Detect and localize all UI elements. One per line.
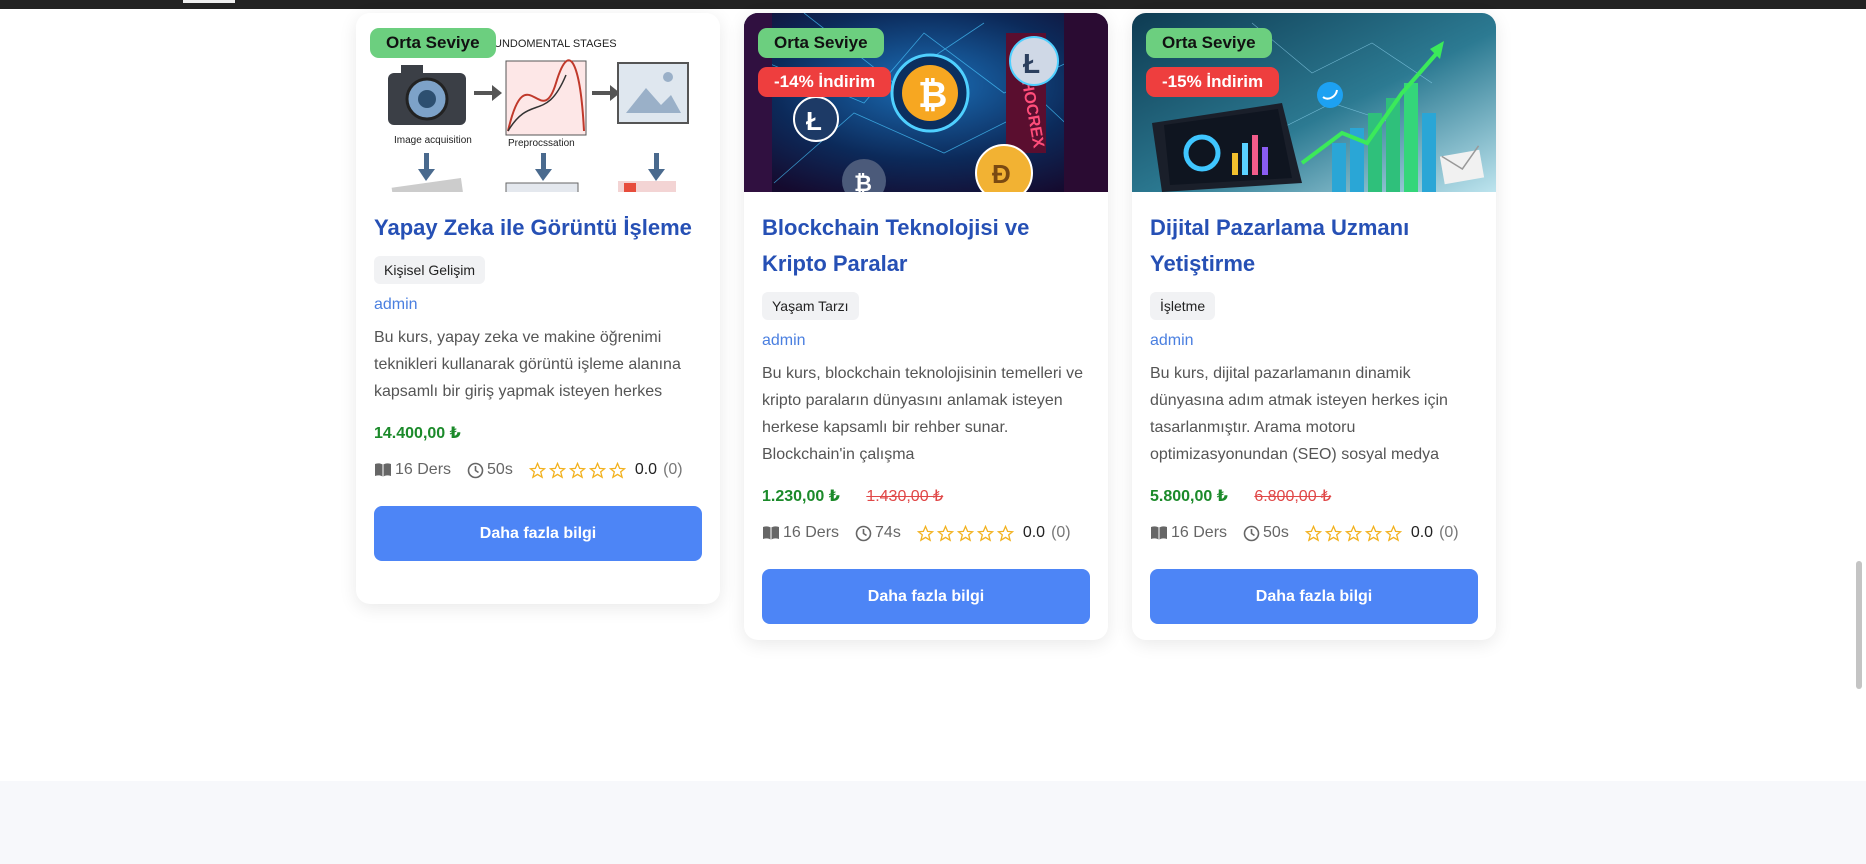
current-price: 5.800,00 ₺ [1150, 488, 1228, 505]
course-description: Bu kurs, dijital pazarlamanın dinamik dü… [1150, 365, 1448, 463]
old-price: 1.430,00 ₺ [866, 488, 944, 505]
duration: 50s [1263, 524, 1289, 541]
more-info-button[interactable]: Daha fazla bilgi [374, 506, 702, 561]
clock-icon [1243, 525, 1260, 541]
level-badge: Orta Seviye [370, 28, 496, 58]
course-meta: 16 Ders 74s 0.0 (0) [762, 524, 1090, 542]
rating-count: (0) [1439, 524, 1459, 541]
course-meta: 16 Ders 50s 0.0 (0) [1150, 524, 1478, 542]
duration-info: 50s [1243, 524, 1289, 542]
star-icon [1364, 524, 1382, 542]
book-icon [763, 526, 779, 540]
footer-section [0, 781, 1866, 864]
star-icon [996, 524, 1014, 542]
lessons-info: 16 Ders [762, 524, 839, 542]
svg-text:₿: ₿ [918, 74, 947, 115]
price-row: 14.400,00 ₺ [374, 423, 702, 443]
course-card: Orta Seviye -15% İndirim Dijital Pazarla… [1132, 13, 1496, 640]
current-price: 14.400,00 ₺ [374, 425, 461, 442]
svg-text:Ł: Ł [806, 106, 822, 136]
course-image[interactable]: UNDOMENTAL STAGES Image acquisition Prep… [356, 13, 720, 192]
discount-badge: -15% İndirim [1146, 67, 1280, 97]
book-icon [1151, 526, 1167, 540]
lessons-count: 16 Ders [783, 524, 840, 541]
star-icon [1344, 524, 1362, 542]
clock-icon [467, 462, 484, 478]
star-icon [1304, 524, 1322, 542]
level-badge: Orta Seviye [758, 28, 884, 58]
rating-value: 0.0 [1022, 524, 1046, 541]
lessons-info: 16 Ders [1150, 524, 1227, 542]
category-tag[interactable]: Yaşam Tarzı [762, 292, 859, 320]
lessons-info: 16 Ders [374, 461, 451, 479]
illustration-heading: UNDOMENTAL STAGES [494, 38, 617, 50]
lessons-count: 16 Ders [1171, 524, 1228, 541]
book-icon [375, 463, 391, 477]
lessons-count: 16 Ders [395, 461, 452, 478]
author-link[interactable]: admin [762, 332, 1090, 350]
level-badge: Orta Seviye [1146, 28, 1272, 58]
author-link[interactable]: admin [1150, 332, 1478, 350]
rating-value: 0.0 [1410, 524, 1434, 541]
duration: 74s [875, 524, 901, 541]
svg-text:Ł: Ł [1023, 48, 1040, 79]
star-icon [1324, 524, 1342, 542]
course-description: Bu kurs, blockchain teknolojisinin temel… [762, 365, 1084, 463]
star-icon [528, 461, 546, 479]
star-icon [588, 461, 606, 479]
discount-badge: -14% İndirim [758, 67, 892, 97]
rating-count: (0) [1051, 524, 1071, 541]
svg-text:Image acquisition: Image acquisition [394, 135, 472, 146]
scrollbar-thumb[interactable] [1856, 561, 1862, 689]
rating-stars [1304, 524, 1405, 542]
course-image[interactable]: HOCREX ₿ Ł Ł ₿ Đ Orta Seviye -14% İndiri… [744, 13, 1108, 192]
star-icon [608, 461, 626, 479]
course-image[interactable]: Orta Seviye -15% İndirim [1132, 13, 1496, 192]
star-icon [568, 461, 586, 479]
course-meta: 16 Ders 50s 0.0 (0) [374, 461, 702, 479]
course-description: Bu kurs, yapay zeka ve makine öğrenimi t… [374, 329, 681, 400]
old-price: 6.800,00 ₺ [1254, 488, 1332, 505]
current-price: 1.230,00 ₺ [762, 488, 840, 505]
duration-info: 50s [467, 461, 513, 479]
course-card: HOCREX ₿ Ł Ł ₿ Đ Orta Seviye -14% İndiri… [744, 13, 1108, 640]
star-icon [976, 524, 994, 542]
svg-text:Đ: Đ [992, 159, 1011, 189]
clock-icon [855, 525, 872, 541]
rating-stars [528, 461, 629, 479]
browser-top-strip [0, 0, 1866, 9]
course-title[interactable]: Blockchain Teknolojisi ve Kripto Paralar [762, 210, 1090, 282]
tab-indicator [183, 0, 235, 3]
rating-count: (0) [663, 461, 683, 478]
author-link[interactable]: admin [374, 296, 702, 314]
more-info-button[interactable]: Daha fazla bilgi [762, 569, 1090, 624]
scrollbar[interactable] [1852, 9, 1866, 781]
star-icon [956, 524, 974, 542]
star-icon [916, 524, 934, 542]
star-icon [1384, 524, 1402, 542]
course-card: UNDOMENTAL STAGES Image acquisition Prep… [356, 13, 720, 604]
more-info-button[interactable]: Daha fazla bilgi [1150, 569, 1478, 624]
star-icon [548, 461, 566, 479]
duration-info: 74s [855, 524, 901, 542]
duration: 50s [487, 461, 513, 478]
category-tag[interactable]: İşletme [1150, 292, 1216, 320]
price-row: 5.800,00 ₺ 6.800,00 ₺ [1150, 486, 1478, 506]
price-row: 1.230,00 ₺ 1.430,00 ₺ [762, 486, 1090, 506]
svg-text:₿: ₿ [854, 171, 872, 192]
svg-text:Preprocssation: Preprocssation [508, 138, 575, 149]
rating-stars [916, 524, 1017, 542]
category-tag[interactable]: Kişisel Gelişim [374, 256, 486, 284]
rating-value: 0.0 [634, 461, 658, 478]
camera-icon [388, 65, 466, 125]
star-icon [936, 524, 954, 542]
course-title[interactable]: Dijital Pazarlama Uzmanı Yetiştirme [1150, 210, 1478, 282]
course-title[interactable]: Yapay Zeka ile Görüntü İşleme [374, 210, 702, 246]
